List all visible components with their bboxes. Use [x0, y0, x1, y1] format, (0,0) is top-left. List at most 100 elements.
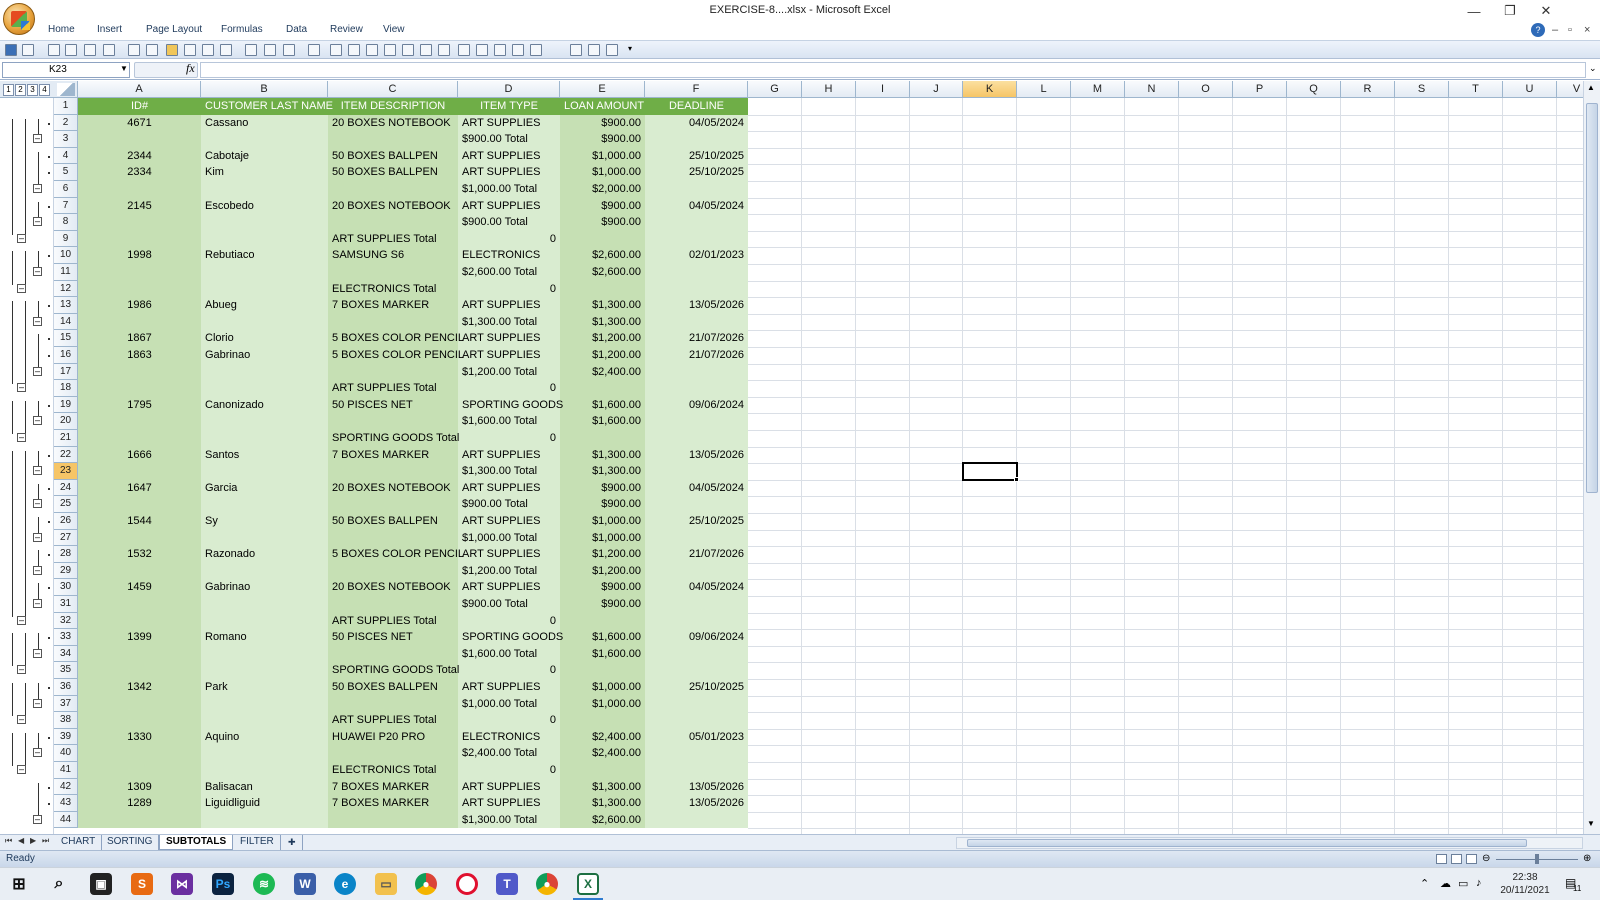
- cell-d13[interactable]: ART SUPPLIES: [458, 297, 560, 314]
- edge-icon[interactable]: e: [334, 873, 356, 895]
- cell-d25[interactable]: $900.00 Total: [458, 496, 560, 513]
- cell-e7[interactable]: $900.00: [560, 198, 645, 215]
- cell-f10[interactable]: 02/01/2023: [645, 247, 748, 264]
- column-header-h[interactable]: H: [802, 81, 856, 98]
- column-header-b[interactable]: B: [201, 81, 328, 98]
- row-header-19[interactable]: 19: [54, 396, 78, 414]
- cell-c16[interactable]: 5 BOXES COLOR PENCIL: [328, 347, 464, 364]
- cell-d43[interactable]: ART SUPPLIES: [458, 795, 560, 812]
- worksheet-grid[interactable]: 1 2 3 4 ABCDEFGHIJKLMNOPQRSTUV1234567891…: [0, 81, 1600, 834]
- outline-level-3-button[interactable]: 3: [27, 84, 38, 96]
- prev-sheet-icon[interactable]: ◀: [18, 836, 24, 845]
- row-header-33[interactable]: 33: [54, 629, 78, 646]
- cell-a22[interactable]: 1666: [78, 447, 201, 464]
- row-header-8[interactable]: 8: [54, 214, 78, 231]
- row-header-41[interactable]: 41: [54, 762, 78, 779]
- outline-collapse-button[interactable]: –: [17, 283, 26, 293]
- column-header-p[interactable]: P: [1233, 81, 1287, 98]
- cell-e11[interactable]: $2,600.00: [560, 264, 645, 281]
- undo-icon[interactable]: [22, 44, 34, 56]
- cell-e29[interactable]: $1,200.00: [560, 563, 645, 580]
- cell-e3[interactable]: $900.00: [560, 131, 645, 148]
- cell-b15[interactable]: Clorio: [201, 330, 328, 347]
- office-button[interactable]: [3, 3, 35, 35]
- row-header-6[interactable]: 6: [54, 181, 78, 198]
- connector-icon[interactable]: [402, 44, 414, 56]
- cell-f19[interactable]: 09/06/2024: [645, 397, 748, 414]
- cell-c21[interactable]: SPORTING GOODS Total: [328, 430, 459, 447]
- row-header-14[interactable]: 14: [54, 313, 78, 331]
- name-box-dropdown-icon[interactable]: ▼: [120, 64, 128, 73]
- cell-f16[interactable]: 21/07/2026: [645, 347, 748, 364]
- cell-c35[interactable]: SPORTING GOODS Total: [328, 662, 459, 679]
- column-header-s[interactable]: S: [1395, 81, 1449, 98]
- open-folder-icon[interactable]: [166, 44, 178, 56]
- cell-e5[interactable]: $1,000.00: [560, 164, 645, 181]
- cell-c28[interactable]: 5 BOXES COLOR PENCIL: [328, 546, 464, 563]
- cell-c41[interactable]: ELECTRONICS Total: [328, 762, 458, 779]
- cell-d30[interactable]: ART SUPPLIES: [458, 579, 560, 596]
- save-icon[interactable]: [5, 44, 17, 56]
- outline-collapse-button[interactable]: –: [33, 599, 42, 608]
- sheet-tab-sorting[interactable]: SORTING: [101, 835, 160, 850]
- row-header-21[interactable]: 21: [54, 430, 78, 447]
- cell-f36[interactable]: 25/10/2025: [645, 679, 748, 696]
- cell-c9[interactable]: ART SUPPLIES Total: [328, 231, 458, 248]
- cell-d42[interactable]: ART SUPPLIES: [458, 779, 560, 796]
- chrome-profile-icon[interactable]: ●: [536, 873, 558, 895]
- column-header-j[interactable]: J: [910, 81, 963, 98]
- cell-b16[interactable]: Gabrinao: [201, 347, 328, 364]
- cell-a36[interactable]: 1342: [78, 679, 201, 696]
- cell-e25[interactable]: $900.00: [560, 496, 645, 513]
- outline-level-4-button[interactable]: 4: [39, 84, 50, 96]
- cell-d27[interactable]: $1,000.00 Total: [458, 530, 560, 547]
- volume-icon[interactable]: ♪: [1476, 877, 1482, 889]
- cell-e44[interactable]: $2,600.00: [560, 812, 645, 829]
- ribbon-restore-icon[interactable]: ▫: [1568, 24, 1572, 36]
- cell-e6[interactable]: $2,000.00: [560, 181, 645, 198]
- cell-b2[interactable]: Cassano: [201, 115, 328, 132]
- file-explorer-icon[interactable]: ▭: [375, 873, 397, 895]
- cell-a7[interactable]: 2145: [78, 198, 201, 215]
- cell-c4[interactable]: 50 BOXES BALLPEN: [328, 148, 458, 165]
- cell-b19[interactable]: Canonizado: [201, 397, 328, 414]
- sheet-tab-subtotals[interactable]: SUBTOTALS: [159, 835, 234, 850]
- column-header-d[interactable]: D: [458, 81, 560, 98]
- fill-handle[interactable]: [1014, 476, 1019, 482]
- column-header-n[interactable]: N: [1125, 81, 1179, 98]
- cell-d28[interactable]: ART SUPPLIES: [458, 546, 560, 563]
- cell-d17[interactable]: $1,200.00 Total: [458, 364, 560, 381]
- cell-e17[interactable]: $2,400.00: [560, 364, 645, 381]
- cell-f42[interactable]: 13/05/2026: [645, 779, 748, 796]
- outline-collapse-button[interactable]: –: [33, 648, 42, 658]
- row-header-18[interactable]: 18: [54, 380, 78, 397]
- last-sheet-icon[interactable]: ⏭: [42, 836, 49, 846]
- expand-formula-bar-icon[interactable]: ⌄: [1589, 63, 1597, 74]
- cell-a15[interactable]: 1867: [78, 330, 201, 347]
- header-cell-a[interactable]: ID#: [78, 98, 201, 115]
- table-icon[interactable]: [264, 44, 276, 56]
- photoshop-icon[interactable]: Ps: [212, 873, 234, 895]
- cell-d11[interactable]: $2,600.00 Total: [458, 264, 560, 281]
- outline-collapse-button[interactable]: –: [33, 366, 42, 376]
- cell-d19[interactable]: SPORTING GOODS: [458, 397, 563, 414]
- zoom-slider-thumb[interactable]: [1535, 854, 1539, 864]
- cell-b7[interactable]: Escobedo: [201, 198, 328, 215]
- column-header-e[interactable]: E: [560, 81, 645, 98]
- search-icon[interactable]: ⌕: [48, 873, 70, 895]
- horizontal-scrollbar[interactable]: [956, 837, 1583, 849]
- cell-d20[interactable]: $1,600.00 Total: [458, 413, 560, 430]
- scroll-up-icon[interactable]: ▲: [1587, 83, 1595, 92]
- textbox-icon[interactable]: [384, 44, 396, 56]
- cell-a26[interactable]: 1544: [78, 513, 201, 530]
- cell-d35[interactable]: 0: [458, 662, 560, 679]
- column-header-a[interactable]: A: [78, 81, 201, 98]
- cell-a10[interactable]: 1998: [78, 247, 201, 264]
- cell-d14[interactable]: $1,300.00 Total: [458, 314, 560, 331]
- taskbar-clock[interactable]: 22:38 20/11/2021: [1495, 871, 1555, 897]
- cell-c39[interactable]: HUAWEI P20 PRO: [328, 729, 458, 746]
- cell-f5[interactable]: 25/10/2025: [645, 164, 748, 181]
- shapes-icon[interactable]: [348, 44, 360, 56]
- camera-icon[interactable]: [570, 44, 582, 56]
- cell-c10[interactable]: SAMSUNG S6: [328, 247, 458, 264]
